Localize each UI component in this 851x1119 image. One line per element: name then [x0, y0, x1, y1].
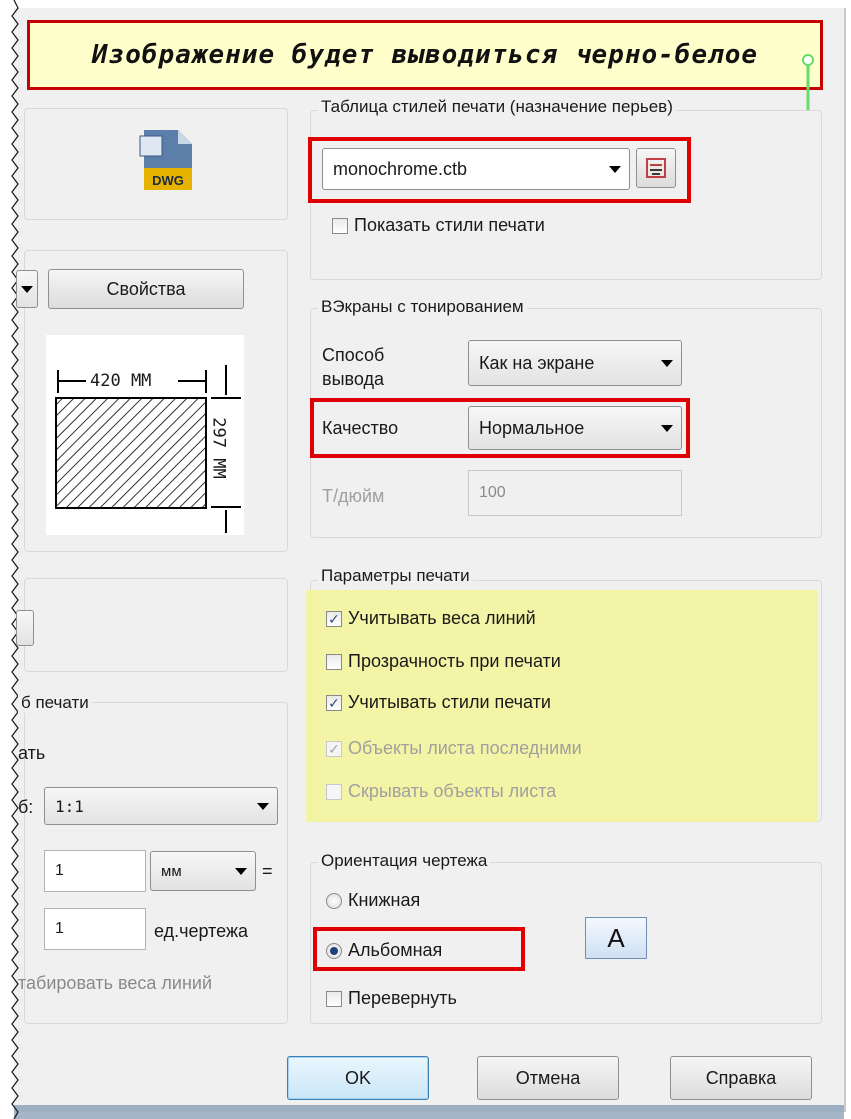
show-plot-styles-checkbox[interactable]: Показать стили печати	[332, 215, 545, 236]
units-combo[interactable]: мм	[150, 851, 256, 891]
cancel-button[interactable]: Отмена	[477, 1056, 619, 1100]
ok-button[interactable]: OK	[287, 1056, 429, 1100]
scale-lineweights-label: табировать веса линий	[18, 973, 213, 993]
properties-button[interactable]: Свойства	[48, 269, 244, 309]
checkbox-box	[326, 990, 342, 1007]
dpi-label: Т/дюйм	[322, 486, 385, 506]
checkbox-box: ✓	[326, 610, 342, 627]
plot-option-lineweights[interactable]: ✓ Учитывать веса линий	[326, 608, 536, 629]
scale-combo[interactable]: 1:1	[44, 787, 278, 825]
checkbox-box	[326, 783, 342, 800]
units-combo-value: мм	[161, 862, 182, 880]
portrait-label: Книжная	[348, 890, 421, 910]
dialog-bottom-edge	[14, 1105, 844, 1119]
checkbox-box: ✓	[326, 694, 342, 711]
scale-label: б:	[18, 797, 34, 817]
checkbox-box	[332, 217, 348, 234]
paper-width-label: 420 MM	[90, 371, 152, 391]
units-value-1-field[interactable]: 1	[44, 850, 146, 892]
dpi-field[interactable]: 100	[468, 470, 682, 516]
highlight-landscape	[313, 927, 525, 971]
upside-down-label: Перевернуть	[348, 988, 457, 1008]
plot-area-combo-stub[interactable]	[16, 610, 34, 646]
paper-height-label: 297 MM	[208, 417, 229, 479]
plot-scale-title: б печати	[18, 693, 92, 713]
plot-option-hide-objects[interactable]: Скрывать объекты листа	[326, 781, 556, 802]
landscape-orientation-icon: A	[585, 917, 647, 959]
plot-option-label: Прозрачность при печати	[348, 651, 561, 671]
shade-plot-label: Способ вывода	[322, 345, 385, 389]
chevron-down-icon	[235, 868, 247, 875]
show-plot-styles-label: Показать стили печати	[354, 215, 545, 235]
plot-option-plotstyles[interactable]: ✓ Учитывать стили печати	[326, 692, 551, 713]
plot-area-group	[24, 578, 288, 672]
plot-option-paperspace-last[interactable]: ✓ Объекты листа последними	[326, 738, 582, 759]
radio-button	[326, 892, 342, 909]
checkbox-box	[326, 653, 342, 670]
plot-options-title: Параметры печати	[318, 566, 473, 586]
help-button[interactable]: Справка	[670, 1056, 812, 1100]
equals-sign: =	[262, 861, 273, 881]
dwg-file-icon: DWG	[139, 130, 192, 190]
highlight-quality	[310, 398, 690, 458]
plot-option-label: Учитывать веса линий	[348, 608, 536, 628]
orientation-title: Ориентация чертежа	[318, 851, 491, 871]
plot-option-label: Скрывать объекты листа	[348, 781, 557, 801]
shaded-viewport-title: ВЭкраны с тонированием	[318, 297, 527, 317]
scale-combo-value: 1:1	[55, 796, 84, 816]
portrait-radio[interactable]: Книжная	[326, 890, 420, 911]
shade-plot-combo[interactable]: Как на экране	[468, 340, 682, 386]
printer-combo-stub[interactable]	[16, 270, 38, 308]
chevron-down-icon	[257, 803, 269, 810]
plot-option-label: Объекты листа последними	[348, 738, 582, 758]
torn-edge-decoration	[0, 0, 19, 1119]
shade-plot-value: Как на экране	[479, 352, 595, 373]
highlight-plot-style	[308, 137, 691, 203]
svg-text:DWG: DWG	[152, 173, 184, 188]
plot-option-transparency[interactable]: Прозрачность при печати	[326, 651, 561, 672]
checkbox-box: ✓	[326, 740, 342, 757]
upside-down-checkbox[interactable]: Перевернуть	[326, 988, 457, 1009]
units-value-2-field[interactable]: 1	[44, 908, 146, 950]
plot-option-label: Учитывать стили печати	[348, 692, 551, 712]
chevron-down-icon	[661, 360, 673, 367]
fit-to-paper-label[interactable]: ать	[18, 743, 45, 764]
drawing-units-label: ед.чертежа	[154, 921, 249, 941]
plot-style-title: Таблица стилей печати (назначение перьев…	[318, 97, 676, 117]
